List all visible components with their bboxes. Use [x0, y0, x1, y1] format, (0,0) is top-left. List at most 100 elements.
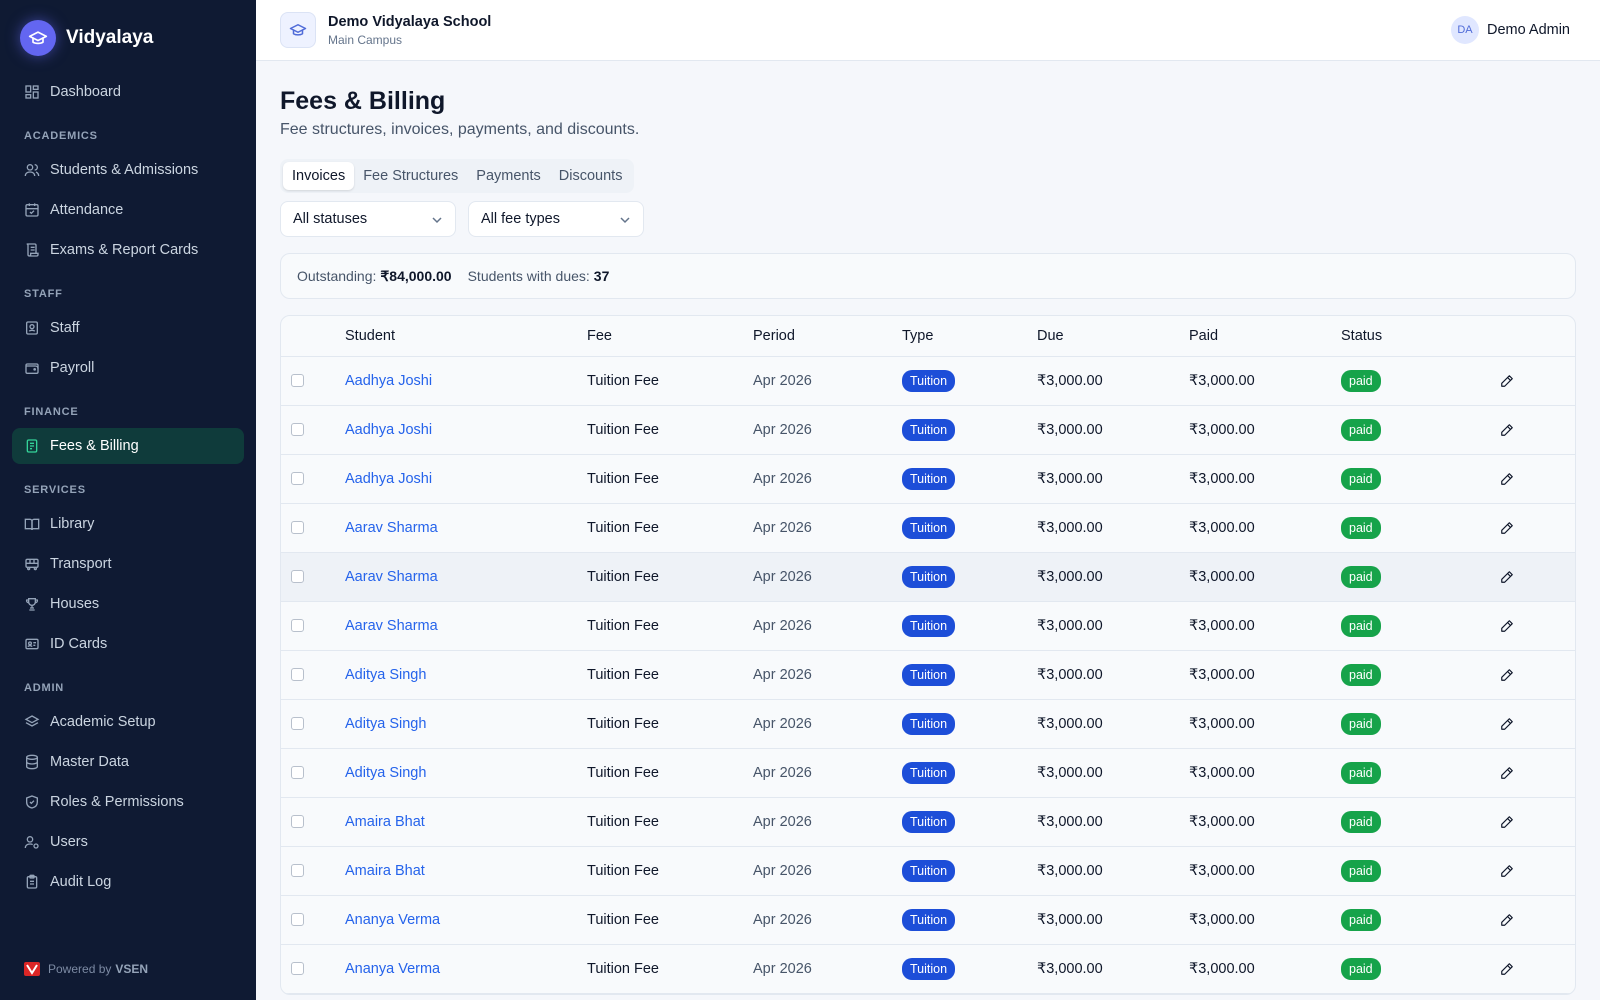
pencil-icon: [1501, 669, 1513, 681]
edit-button[interactable]: [1497, 616, 1517, 636]
status-filter-select[interactable]: All statuses: [280, 201, 456, 237]
paid-amount: ₹3,000.00: [1189, 569, 1255, 585]
tab-invoices[interactable]: Invoices: [283, 162, 355, 190]
id-card-icon: [25, 638, 39, 650]
brand[interactable]: Vidyalaya: [20, 20, 153, 56]
row-checkbox[interactable]: [291, 716, 304, 730]
row-checkbox[interactable]: [291, 422, 304, 436]
student-link[interactable]: Amaira Bhat: [345, 814, 425, 830]
sidebar-item-audit[interactable]: Audit Log: [12, 864, 244, 900]
user-cog-icon: [24, 836, 39, 849]
type-badge: Tuition: [902, 811, 956, 833]
pencil-icon: [1501, 522, 1513, 534]
student-link[interactable]: Aarav Sharma: [345, 618, 438, 634]
sidebar-item-transport[interactable]: Transport: [12, 546, 244, 582]
due-amount: ₹3,000.00: [1037, 912, 1103, 928]
paid-amount: ₹3,000.00: [1189, 373, 1255, 389]
type-badge: Tuition: [902, 713, 956, 735]
edit-button[interactable]: [1497, 665, 1517, 685]
row-checkbox[interactable]: [291, 765, 304, 779]
sidebar-item-roles[interactable]: Roles & Permissions: [12, 784, 244, 820]
school-name: Demo Vidyalaya School: [328, 14, 492, 30]
row-checkbox[interactable]: [291, 667, 304, 681]
period: Apr 2026: [753, 471, 812, 487]
sidebar-item-staff[interactable]: Staff: [12, 310, 244, 346]
edit-button[interactable]: [1497, 371, 1517, 391]
row-checkbox[interactable]: [291, 373, 304, 387]
sidebar-item-dashboard[interactable]: Dashboard: [12, 74, 244, 110]
sidebar-item-master-data[interactable]: Master Data: [12, 744, 244, 780]
tab-discounts[interactable]: Discounts: [550, 162, 632, 190]
sidebar-item-exams[interactable]: Exams & Report Cards: [12, 232, 244, 268]
edit-button[interactable]: [1497, 567, 1517, 587]
edit-button[interactable]: [1497, 812, 1517, 832]
tab-payments[interactable]: Payments: [467, 162, 549, 190]
bus-icon: [25, 558, 39, 571]
table-row: Ananya Verma Tuition Fee Apr 2026 Tuition ₹3…: [281, 945, 1575, 994]
fee-name: Tuition Fee: [587, 471, 659, 487]
edit-button[interactable]: [1497, 469, 1517, 489]
fee-type-filter-select[interactable]: All fee types: [468, 201, 644, 237]
edit-button[interactable]: [1497, 714, 1517, 734]
type-badge: Tuition: [902, 909, 956, 931]
student-link[interactable]: Ananya Verma: [345, 912, 440, 928]
edit-button[interactable]: [1497, 420, 1517, 440]
student-link[interactable]: Aadhya Joshi: [345, 373, 432, 389]
sidebar-item-users[interactable]: Users: [12, 824, 244, 860]
school-campus: Main Campus: [328, 33, 403, 47]
sidebar-item-students[interactable]: Students & Admissions: [12, 152, 244, 188]
status-badge: paid: [1341, 370, 1381, 392]
sidebar-item-houses[interactable]: Houses: [12, 586, 244, 622]
pencil-icon: [1501, 620, 1513, 632]
row-checkbox[interactable]: [291, 520, 304, 534]
due-amount: ₹3,000.00: [1037, 520, 1103, 536]
edit-button[interactable]: [1497, 763, 1517, 783]
due-amount: ₹3,000.00: [1037, 814, 1103, 830]
column-header-paid: Paid: [1189, 328, 1219, 344]
period: Apr 2026: [753, 716, 812, 732]
student-link[interactable]: Aadhya Joshi: [345, 422, 432, 438]
due-amount: ₹3,000.00: [1037, 667, 1103, 683]
user-menu[interactable]: DA Demo Admin: [1450, 16, 1570, 44]
fee-name: Tuition Fee: [587, 765, 659, 781]
calendar-check-icon: [25, 203, 39, 217]
row-checkbox[interactable]: [291, 961, 304, 975]
dues-summary: Outstanding: ₹84,000.00 Students with du…: [280, 253, 1576, 299]
period: Apr 2026: [753, 912, 812, 928]
edit-button[interactable]: [1497, 518, 1517, 538]
fee-name: Tuition Fee: [587, 422, 659, 438]
sidebar-item-label: Houses: [50, 596, 100, 612]
row-checkbox[interactable]: [291, 569, 304, 583]
sidebar-item-fees[interactable]: Fees & Billing: [12, 428, 244, 464]
row-checkbox[interactable]: [291, 471, 304, 485]
sidebar-item-attendance[interactable]: Attendance: [12, 192, 244, 228]
student-link[interactable]: Amaira Bhat: [345, 863, 425, 879]
table-row: Aadhya Joshi Tuition Fee Apr 2026 Tuition ₹3…: [281, 357, 1575, 406]
sidebar-item-library[interactable]: Library: [12, 506, 244, 542]
edit-button[interactable]: [1497, 910, 1517, 930]
student-link[interactable]: Ananya Verma: [345, 961, 440, 977]
sidebar-item-payroll[interactable]: Payroll: [12, 350, 244, 386]
row-checkbox[interactable]: [291, 863, 304, 877]
tab-fee-structures[interactable]: Fee Structures: [354, 162, 467, 190]
sidebar-item-idcards[interactable]: ID Cards: [12, 626, 244, 662]
edit-button[interactable]: [1497, 959, 1517, 979]
edit-button[interactable]: [1497, 861, 1517, 881]
table-row: Aarav Sharma Tuition Fee Apr 2026 Tuition ₹3…: [281, 602, 1575, 651]
period: Apr 2026: [753, 863, 812, 879]
sidebar-item-academic-setup[interactable]: Academic Setup: [12, 704, 244, 740]
student-link[interactable]: Aarav Sharma: [345, 569, 438, 585]
row-checkbox[interactable]: [291, 814, 304, 828]
paid-amount: ₹3,000.00: [1189, 667, 1255, 683]
student-link[interactable]: Aditya Singh: [345, 765, 426, 781]
student-link[interactable]: Aditya Singh: [345, 716, 426, 732]
row-checkbox[interactable]: [291, 618, 304, 632]
student-link[interactable]: Aditya Singh: [345, 667, 426, 683]
table-row: Aarav Sharma Tuition Fee Apr 2026 Tuition ₹3…: [281, 504, 1575, 553]
student-link[interactable]: Aadhya Joshi: [345, 471, 432, 487]
paid-amount: ₹3,000.00: [1189, 912, 1255, 928]
student-link[interactable]: Aarav Sharma: [345, 520, 438, 536]
fee-name: Tuition Fee: [587, 961, 659, 977]
type-badge: Tuition: [902, 958, 956, 980]
row-checkbox[interactable]: [291, 912, 304, 926]
